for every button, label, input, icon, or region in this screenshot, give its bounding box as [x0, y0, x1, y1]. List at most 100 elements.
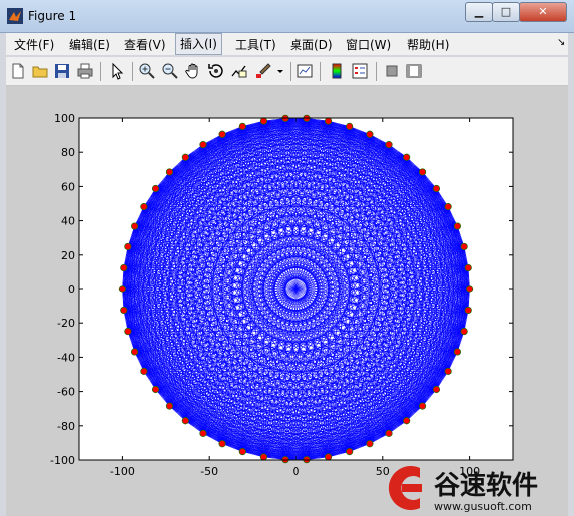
- figure-canvas: -100 -50 0 50 100 100 80 60 40 20 0 -20 -40 -60 -80 -10…: [6, 86, 568, 516]
- menu-help[interactable]: 帮助(H): [405, 36, 451, 53]
- vertex-marker: [124, 327, 132, 336]
- vertex-marker: [165, 402, 174, 410]
- legend-icon[interactable]: [351, 62, 369, 80]
- vertex-marker: [151, 184, 160, 193]
- vertex-marker: [238, 122, 246, 130]
- y-tick-label: 20: [61, 249, 75, 262]
- vertex-marker: [218, 440, 226, 448]
- toolbar-separator: [290, 62, 291, 81]
- pan-hand-icon[interactable]: [184, 62, 202, 80]
- vertex-marker: [259, 453, 268, 461]
- vertex-marker: [118, 285, 127, 293]
- vertex-marker: [464, 306, 472, 315]
- vertex-marker: [181, 153, 189, 161]
- vertex-marker: [453, 222, 462, 230]
- maximize-button[interactable]: □: [492, 2, 520, 22]
- brush-icon[interactable]: [254, 62, 272, 80]
- vertex-marker: [403, 153, 411, 161]
- x-tick-label: -50: [200, 465, 218, 478]
- x-tick-label: 0: [293, 465, 300, 478]
- watermark-url: www.gusuoft.com: [434, 500, 532, 513]
- vertex-marker: [464, 263, 472, 272]
- y-tick-label: -60: [57, 386, 75, 399]
- vertex-marker: [444, 203, 452, 211]
- menu-window[interactable]: 窗口(W): [344, 36, 393, 53]
- vertex-marker: [465, 285, 474, 293]
- title-bar: Figure 1 ▁ □ ✕: [0, 0, 574, 33]
- menu-overflow-icon[interactable]: ↘: [557, 37, 565, 48]
- menu-file[interactable]: 文件(F): [12, 36, 56, 53]
- vertex-marker: [385, 141, 393, 149]
- data-cursor-icon[interactable]: [230, 62, 248, 80]
- watermark-logo: 谷速软件 www.gusuoft.com: [388, 466, 538, 513]
- vertex-marker: [130, 222, 139, 230]
- y-tick-label: -100: [50, 454, 75, 467]
- rotate-3d-icon[interactable]: [207, 62, 225, 80]
- zoom-in-icon[interactable]: [138, 62, 156, 80]
- vertex-marker: [432, 385, 441, 394]
- vertex-marker: [346, 448, 354, 456]
- new-file-icon[interactable]: [9, 62, 27, 80]
- vertex-marker: [366, 440, 374, 448]
- vertex-marker: [366, 130, 374, 138]
- vertex-marker: [259, 117, 268, 125]
- close-button[interactable]: ✕: [519, 2, 567, 22]
- vertex-marker: [140, 203, 148, 211]
- vertex-marker: [346, 122, 354, 130]
- menu-bar: 文件(F) 编辑(E) 查看(V) 插入(I) 工具(T) 桌面(D) 窗口(W…: [6, 33, 568, 55]
- vertex-marker: [324, 117, 333, 125]
- y-tick-label: 40: [61, 215, 75, 228]
- menu-edit[interactable]: 编辑(E): [67, 36, 112, 53]
- y-tick-label: -20: [57, 317, 75, 330]
- print-icon[interactable]: [76, 62, 94, 80]
- toolbar-separator: [376, 62, 377, 81]
- vertex-marker: [165, 168, 174, 176]
- chevron-down-icon[interactable]: [274, 62, 286, 80]
- axes[interactable]: -100 -50 0 50 100100806040200-20-40-60-80-10…: [6, 86, 568, 516]
- save-icon[interactable]: [53, 62, 71, 80]
- menu-view[interactable]: 查看(V): [122, 36, 168, 53]
- x-tick-label: -100: [110, 465, 135, 478]
- y-tick-label: -40: [57, 351, 75, 364]
- vertex-marker: [444, 367, 452, 375]
- minimize-button[interactable]: ▁: [465, 2, 493, 22]
- y-tick-label: 0: [68, 283, 75, 296]
- vertex-marker: [432, 184, 441, 193]
- menu-insert[interactable]: 插入(I): [175, 33, 222, 55]
- vertex-marker: [460, 327, 468, 336]
- y-tick-label: -80: [57, 420, 75, 433]
- vertex-marker: [199, 429, 207, 437]
- toolbar-separator: [320, 62, 321, 81]
- colorbar-icon[interactable]: [328, 62, 346, 80]
- menu-tools[interactable]: 工具(T): [233, 36, 278, 53]
- vertex-marker: [199, 141, 207, 149]
- vertex-marker: [403, 417, 411, 425]
- vertex-marker: [324, 453, 333, 461]
- menu-desktop[interactable]: 桌面(D): [288, 36, 335, 53]
- y-tick-label: 60: [61, 180, 75, 193]
- matlab-logo-icon: [7, 8, 23, 24]
- y-tick-label: 100: [54, 112, 75, 125]
- toolbar-separator: [100, 62, 101, 81]
- open-folder-icon[interactable]: [31, 62, 49, 80]
- vertex-marker: [460, 242, 468, 251]
- vertex-marker: [124, 242, 132, 251]
- link-plot-icon[interactable]: [296, 62, 314, 80]
- vertex-marker: [453, 348, 462, 356]
- vertex-marker: [418, 402, 427, 410]
- toolbar: [6, 57, 568, 86]
- watermark-text: 谷速软件: [434, 471, 538, 501]
- toolbar-separator: [132, 62, 133, 81]
- show-plot-tools-icon[interactable]: [405, 62, 423, 80]
- zoom-out-icon[interactable]: [161, 62, 179, 80]
- window-title: Figure 1: [28, 9, 77, 23]
- vertex-marker: [120, 263, 128, 272]
- vertex-marker: [130, 348, 139, 356]
- vertex-marker: [238, 448, 246, 456]
- hide-plot-tools-icon[interactable]: [383, 62, 401, 80]
- pointer-icon[interactable]: [108, 62, 126, 80]
- y-tick-label: 80: [61, 146, 75, 159]
- vertex-marker: [120, 306, 128, 315]
- vertex-marker: [181, 417, 189, 425]
- vertex-marker: [218, 130, 226, 138]
